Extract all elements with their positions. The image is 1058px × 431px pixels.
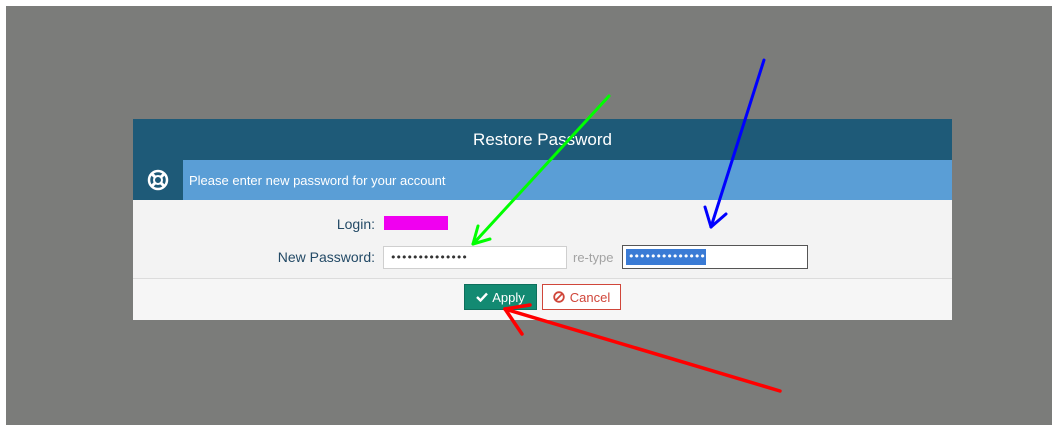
retype-password-selection: •••••••••••••• xyxy=(626,249,706,265)
retype-label: re-type xyxy=(573,250,614,265)
lifebuoy-icon xyxy=(133,160,183,200)
info-bar: Please enter new password for your accou… xyxy=(133,160,952,200)
info-text: Please enter new password for your accou… xyxy=(189,172,446,188)
login-value-redacted xyxy=(384,216,448,230)
apply-label: Apply xyxy=(492,289,525,305)
apply-button[interactable]: Apply xyxy=(464,284,537,310)
new-password-input[interactable] xyxy=(383,246,567,269)
cancel-label: Cancel xyxy=(569,289,611,305)
cancel-button[interactable]: Cancel xyxy=(542,284,621,310)
cancel-circle-icon xyxy=(553,291,565,303)
retype-password-input[interactable]: •••••••••••••• xyxy=(622,245,808,269)
restore-password-dialog: Restore Password Please enter new passwo… xyxy=(133,119,952,320)
dialog-title-bar: Restore Password xyxy=(133,119,952,160)
dialog-title: Restore Password xyxy=(473,129,612,149)
new-password-label: New Password: xyxy=(277,249,375,265)
checkmark-icon xyxy=(476,292,489,302)
dialog-actions: Apply Cancel xyxy=(133,278,952,320)
login-label: Login: xyxy=(336,216,375,232)
